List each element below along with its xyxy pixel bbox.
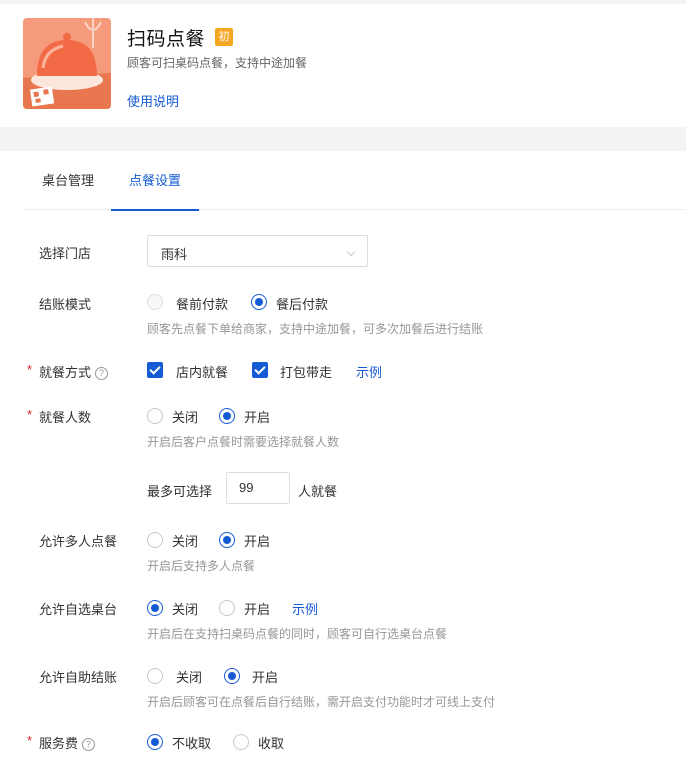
radio-diners-off[interactable]	[147, 408, 163, 424]
self-checkout-hint: 开启后顾客可在点餐后自行结账，需开启支付功能时才可线上支付	[147, 695, 496, 709]
max-diners-prefix: 最多可选择	[147, 484, 213, 499]
store-select[interactable]: 雨科	[147, 235, 368, 267]
radio-self-checkout-on[interactable]	[224, 668, 240, 684]
tab-table-management[interactable]: 桌台管理	[38, 151, 98, 210]
radio-self-table-on[interactable]	[219, 600, 235, 616]
service-fee-label-text: 服务费	[39, 736, 79, 751]
self-table-label: 允许自选桌台	[39, 602, 118, 617]
store-select-value: 雨科	[161, 247, 188, 262]
dining-method-label: 就餐方式?	[39, 362, 109, 381]
checkbox-takeaway-label[interactable]: 打包带走	[280, 362, 332, 381]
help-icon[interactable]: ?	[82, 738, 96, 751]
diners-label: 就餐人数	[39, 410, 92, 425]
self-table-hint: 开启后在支持扫桌码点餐的同时，顾客可自行选桌台点餐	[147, 627, 448, 641]
diners-hint: 开启后客户点餐时需要选择就餐人数	[147, 435, 340, 449]
radio-self-table-off-label[interactable]: 关闭	[172, 599, 198, 618]
dining-method-label-text: 就餐方式	[39, 365, 92, 380]
help-icon[interactable]: ?	[95, 367, 109, 380]
dining-example-link[interactable]: 示例	[356, 362, 382, 381]
radio-multi-off-label[interactable]: 关闭	[172, 531, 198, 550]
checkbox-takeaway[interactable]	[252, 362, 268, 378]
radio-fee-charge[interactable]	[233, 734, 249, 750]
radio-self-checkout-on-label[interactable]: 开启	[252, 667, 278, 686]
chevron-down-icon	[346, 247, 356, 257]
service-fee-label: 服务费?	[39, 733, 96, 752]
app-header: 扫码点餐 初 顾客可扫桌码点餐，支持中途加餐 使用说明	[0, 4, 686, 127]
store-label: 选择门店	[39, 246, 92, 261]
radio-pay-before-label[interactable]: 餐前付款	[176, 294, 228, 313]
required-mark: *	[27, 733, 33, 748]
radio-diners-on[interactable]	[219, 408, 235, 424]
radio-diners-on-label[interactable]: 开启	[244, 407, 270, 426]
app-thumbnail	[23, 18, 111, 109]
tab-order-settings-label: 点餐设置	[128, 173, 181, 188]
radio-self-checkout-off[interactable]	[147, 668, 163, 684]
radio-multi-off[interactable]	[147, 532, 163, 548]
tab-bar: 桌台管理 点餐设置	[23, 151, 686, 211]
multi-order-hint: 开启后支持多人点餐	[147, 559, 256, 573]
max-diners-suffix: 人就餐	[298, 484, 338, 499]
radio-pay-before[interactable]	[147, 294, 163, 310]
radio-diners-off-label[interactable]: 关闭	[172, 407, 198, 426]
tier-badge: 初	[215, 28, 233, 46]
required-mark: *	[27, 407, 33, 422]
radio-self-table-off[interactable]	[147, 600, 163, 616]
radio-self-table-on-label[interactable]: 开启	[244, 599, 270, 618]
checkbox-dine-in[interactable]	[147, 362, 163, 378]
radio-fee-none[interactable]	[147, 734, 163, 750]
section-gap	[0, 127, 686, 151]
app-title: 扫码点餐	[127, 29, 206, 50]
radio-pay-after-label[interactable]: 餐后付款	[276, 294, 328, 313]
checkout-mode-label: 结账模式	[39, 297, 92, 312]
radio-pay-after[interactable]	[251, 294, 267, 310]
radio-fee-charge-label[interactable]: 收取	[258, 733, 284, 752]
required-mark: *	[27, 362, 33, 377]
checkout-mode-hint: 顾客先点餐下单给商家，支持中途加餐，可多次加餐后进行结账	[147, 322, 484, 336]
self-table-example-link[interactable]: 示例	[292, 599, 318, 618]
radio-self-checkout-off-label[interactable]: 关闭	[176, 667, 202, 686]
app-description: 顾客可扫桌码点餐，支持中途加餐	[127, 56, 308, 70]
checkbox-dine-in-label[interactable]: 店内就餐	[176, 362, 228, 381]
self-checkout-label: 允许自助结账	[39, 670, 118, 685]
food-cloche-icon	[23, 18, 111, 109]
usage-guide-link[interactable]: 使用说明	[127, 91, 179, 110]
radio-multi-on[interactable]	[219, 532, 235, 548]
radio-multi-on-label[interactable]: 开启	[244, 531, 270, 550]
multi-order-label: 允许多人点餐	[39, 534, 118, 549]
max-diners-input[interactable]: 99	[226, 472, 290, 504]
active-tab-indicator	[111, 209, 199, 211]
tab-order-settings[interactable]: 点餐设置	[111, 151, 199, 211]
radio-fee-none-label[interactable]: 不收取	[172, 733, 211, 752]
